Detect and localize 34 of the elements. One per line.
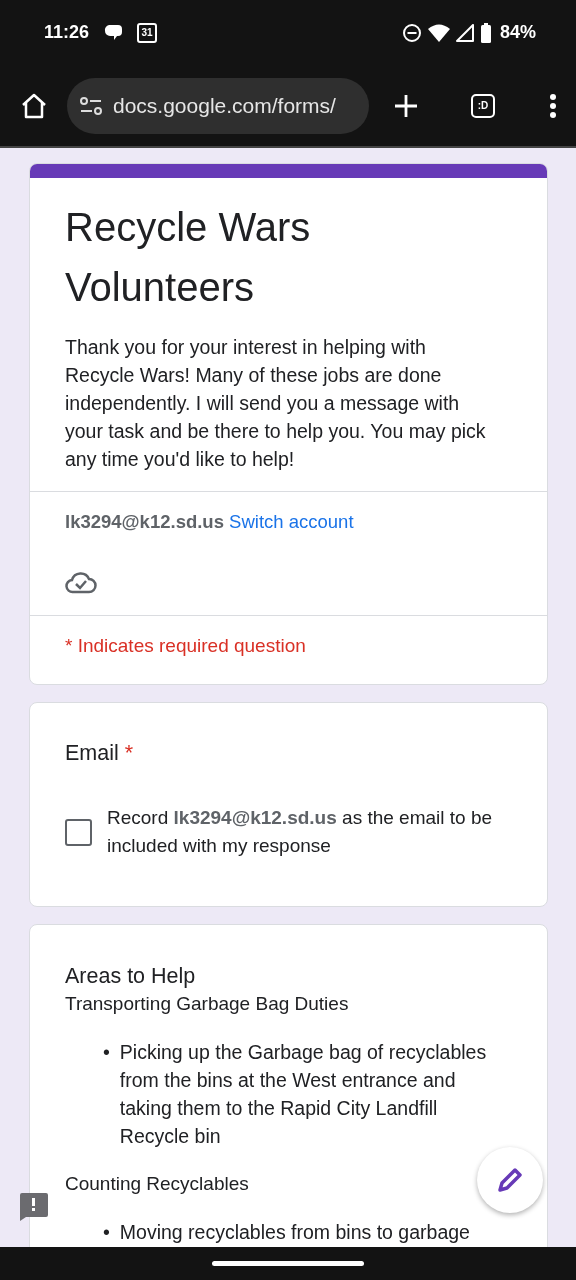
home-icon[interactable] [20,91,48,120]
menu-icon[interactable] [549,92,557,119]
battery-percent: 84% [499,22,536,43]
wifi-icon [427,23,450,42]
home-gesture-handle[interactable] [212,1261,364,1266]
battery-icon [479,22,492,43]
checkbox[interactable] [65,819,92,846]
question-title: Email [65,741,119,765]
clock-time: 11:26 [44,22,90,43]
bullet-marker: • [103,1040,110,1065]
new-tab-icon[interactable] [393,92,419,119]
cloud-check-icon [65,570,97,594]
signal-icon [455,23,474,42]
section-title: Areas to Help [65,963,197,990]
bullet-item: Picking up the Garbage bag of recyclables from the bins at the West entrance and taking them to the Rapid City Landfill Recycle bin [119,1040,488,1149]
account-email: lk3294@k12.sd.us [65,511,224,532]
switch-account-link[interactable]: Switch account [229,511,354,532]
calendar-icon: 31 [137,22,158,43]
section-heading: Transporting Garbage Bag Duties [65,992,350,1016]
form-description: Thank you for your interest in helping with Recycle Wars! Many of these jobs are done independently. I will send you a message with your task and be there to help you. You may pick any time you'd like to help! [65,335,487,472]
tab-switcher-button[interactable]: :D [471,93,495,118]
url-field[interactable]: docs.google.com/forms/ [67,77,369,134]
section-heading: Counting Recyclables [65,1172,250,1196]
bullet-marker: • [103,1220,110,1245]
required-note: * Indicates required question [30,615,547,684]
site-settings-icon[interactable] [79,95,103,116]
form-title: Recycle Wars Volunteers [65,204,312,311]
do-not-disturb-icon [401,22,422,43]
chat-icon [103,23,124,42]
bullet-item: Moving recyclables from bins to garbage [119,1220,470,1245]
pencil-icon [496,1166,524,1194]
required-asterisk: * [124,741,134,765]
checkbox-label: Record lk3294@k12.sd.us as the email to be included with my response [107,806,494,858]
feedback-icon[interactable] [19,1193,48,1221]
